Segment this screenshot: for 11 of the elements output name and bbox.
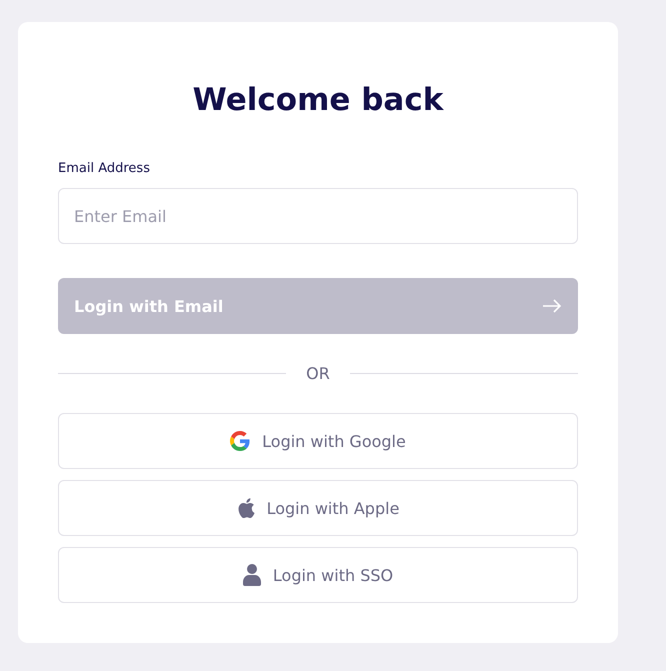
email-field[interactable]: Enter Email xyxy=(58,188,578,244)
field-label: Email Address xyxy=(58,160,151,178)
user-icon xyxy=(242,564,261,586)
provider-login-button[interactable]: Login with SSO xyxy=(58,547,578,603)
page-title: Welcome back xyxy=(192,81,445,120)
apple-icon xyxy=(236,498,255,518)
arrow-icon xyxy=(542,299,562,313)
google-icon xyxy=(230,431,250,451)
divider-text: OR xyxy=(306,364,330,383)
provider-login-button[interactable]: Login with Apple xyxy=(58,480,578,536)
provider-login-button[interactable]: Login with Google xyxy=(58,413,578,469)
